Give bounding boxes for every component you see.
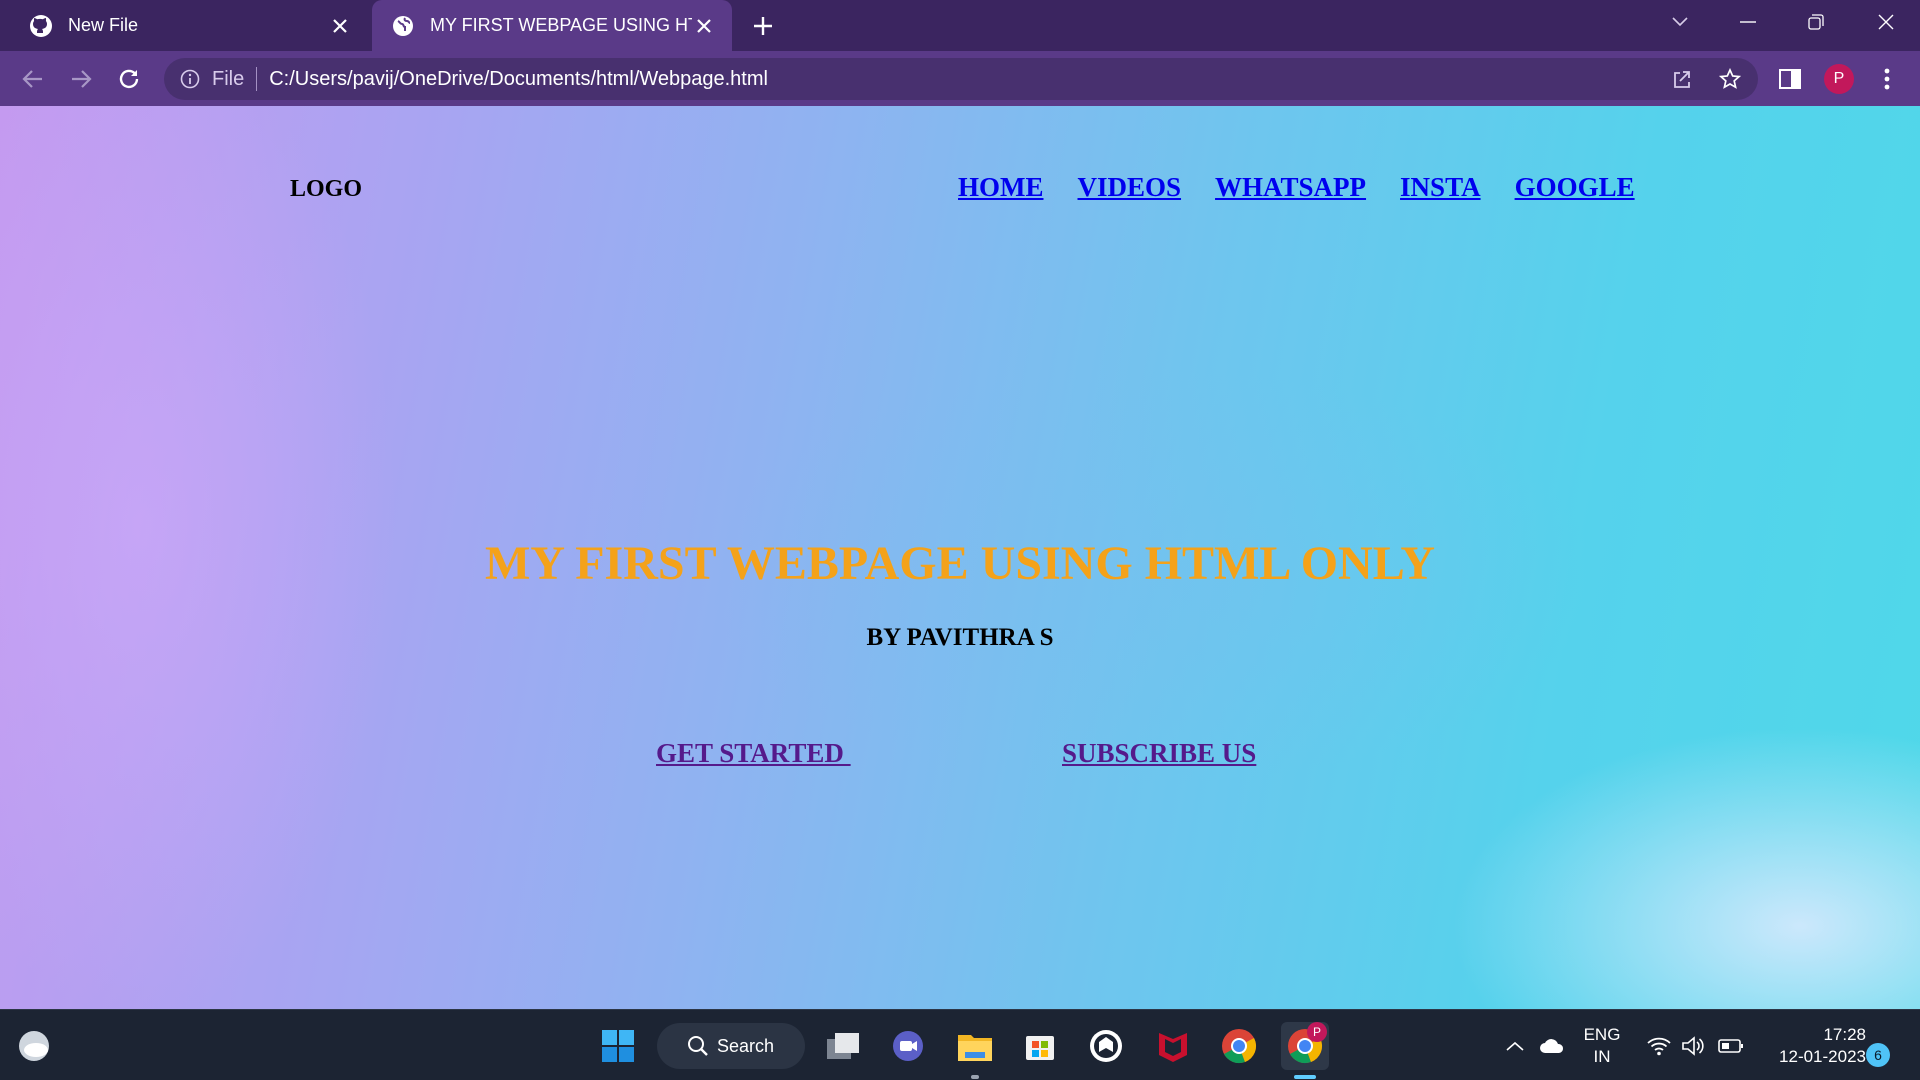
side-panel-icon[interactable] — [1773, 62, 1807, 96]
minimize-icon[interactable] — [1720, 0, 1776, 44]
get-started-link[interactable]: GET STARTED — [656, 738, 851, 769]
bookmark-star-icon[interactable] — [1710, 58, 1750, 100]
running-indicator — [971, 1075, 979, 1079]
language-indicator[interactable]: ENG IN — [1580, 1010, 1624, 1080]
browser-tab-bar: New File MY FIRST WEBPAGE USING HTML — [0, 0, 1920, 51]
search-icon — [687, 1035, 709, 1057]
clock-date: 12-01-2023 — [1779, 1046, 1866, 1066]
info-icon[interactable] — [178, 67, 202, 91]
chevron-down-icon[interactable] — [1652, 0, 1708, 44]
back-arrow-icon[interactable] — [16, 62, 50, 96]
chrome-profile-badge: P — [1307, 1022, 1327, 1042]
page-subtitle: BY PAVITHRA S — [866, 624, 1054, 651]
nav-link-whatsapp[interactable]: WHATSAPP — [1215, 172, 1366, 203]
github-icon — [28, 13, 54, 39]
close-tab-icon[interactable] — [328, 14, 352, 38]
background-decoration — [1450, 726, 1920, 1009]
nav-link-home[interactable]: HOME — [958, 172, 1044, 203]
nav-link-videos[interactable]: VIDEOS — [1078, 172, 1182, 203]
volume-icon[interactable] — [1678, 1010, 1708, 1080]
subscribe-link[interactable]: SUBSCRIBE US — [1062, 738, 1256, 769]
windows-taskbar: Search P ENG IN 17:28 12-01-2023 6 — [0, 1009, 1920, 1080]
tab-new-file[interactable]: New File — [0, 0, 368, 51]
profile-avatar[interactable]: P — [1822, 62, 1856, 96]
search-label: Search — [717, 1035, 775, 1056]
globe-icon — [390, 13, 416, 39]
menu-kebab-icon[interactable] — [1870, 62, 1904, 96]
close-window-icon[interactable] — [1858, 0, 1914, 44]
plus-icon[interactable] — [748, 11, 778, 41]
store-icon[interactable] — [1016, 1022, 1064, 1070]
file-explorer-icon[interactable] — [951, 1022, 999, 1070]
weather-icon[interactable] — [10, 1022, 58, 1070]
active-app-indicator — [1294, 1075, 1316, 1079]
chrome-icon[interactable] — [1215, 1022, 1263, 1070]
mcafee-icon[interactable] — [1149, 1022, 1197, 1070]
close-tab-icon[interactable] — [692, 14, 716, 38]
tab-webpage[interactable]: MY FIRST WEBPAGE USING HTML — [372, 0, 732, 51]
page-nav: HOME VIDEOS WHATSAPP INSTA GOOGLE — [958, 172, 1669, 203]
tab-title: New File — [68, 15, 139, 35]
task-view-icon[interactable] — [819, 1022, 867, 1070]
share-icon[interactable] — [1662, 58, 1702, 100]
wifi-icon[interactable] — [1644, 1010, 1674, 1080]
taskbar-search[interactable]: Search — [657, 1023, 805, 1069]
language-code: ENG — [1583, 1024, 1621, 1044]
restore-icon[interactable] — [1788, 0, 1844, 44]
address-bar[interactable]: File C:/Users/pavij/OneDrive/Documents/h… — [164, 58, 1758, 100]
page-title: MY FIRST WEBPAGE USING HTML ONLY — [485, 537, 1435, 590]
avatar: P — [1824, 64, 1854, 94]
language-region: IN — [1593, 1046, 1611, 1066]
address-divider — [256, 67, 258, 91]
tab-title: MY FIRST WEBPAGE USING HTML — [430, 15, 692, 35]
battery-icon[interactable] — [1714, 1010, 1748, 1080]
clock-time: 17:28 — [1823, 1024, 1866, 1044]
onedrive-cloud-icon[interactable] — [1534, 1010, 1570, 1080]
page-logo: LOGO — [290, 176, 363, 202]
chrome-profile-icon[interactable]: P — [1281, 1022, 1329, 1070]
page-viewport: LOGO HOME VIDEOS WHATSAPP INSTA GOOGLE M… — [0, 106, 1920, 1009]
nav-link-insta[interactable]: INSTA — [1400, 172, 1481, 203]
nav-link-google[interactable]: GOOGLE — [1515, 172, 1635, 203]
browser-toolbar: File C:/Users/pavij/OneDrive/Documents/h… — [0, 51, 1920, 106]
url-text[interactable]: C:/Users/pavij/OneDrive/Documents/html/W… — [269, 68, 768, 91]
dell-icon[interactable] — [1082, 1022, 1130, 1070]
start-icon[interactable] — [594, 1022, 642, 1070]
scheme-label: File — [212, 67, 245, 90]
forward-arrow-icon[interactable] — [64, 62, 98, 96]
notification-badge[interactable]: 6 — [1866, 1043, 1890, 1067]
chat-icon[interactable] — [884, 1022, 932, 1070]
show-hidden-icons-icon[interactable] — [1500, 1010, 1530, 1080]
system-clock[interactable]: 17:28 12-01-2023 — [1758, 1010, 1866, 1080]
reload-icon[interactable] — [112, 62, 146, 96]
